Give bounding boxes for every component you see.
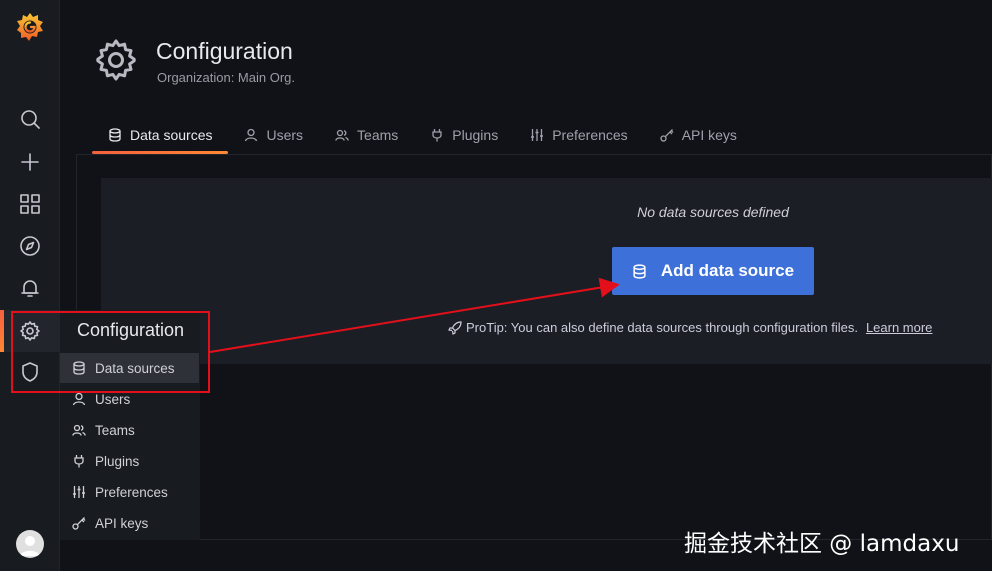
menu-item-label: Plugins xyxy=(95,453,140,469)
menu-item-label: Preferences xyxy=(95,484,168,500)
database-icon xyxy=(633,263,646,279)
empty-state-message: No data sources defined xyxy=(637,204,789,220)
sidebar-item-explore[interactable] xyxy=(0,225,60,267)
search-icon xyxy=(21,110,40,129)
user-avatar-icon xyxy=(20,536,40,556)
grafana-logo-icon[interactable] xyxy=(14,10,46,46)
sliders-icon xyxy=(73,486,85,498)
plug-icon xyxy=(432,129,442,142)
rocket-icon xyxy=(448,320,462,335)
sidebar-item-alerting[interactable] xyxy=(0,267,60,309)
learn-more-link[interactable]: Learn more xyxy=(866,320,932,335)
protip-text: ProTip: You can also define data sources… xyxy=(466,320,858,335)
add-data-source-button[interactable]: Add data source xyxy=(612,247,814,295)
avatar[interactable] xyxy=(16,530,44,558)
key-icon xyxy=(660,129,674,142)
tab-label: Users xyxy=(266,127,304,143)
app-root: Configuration Organization: Main Org. Da… xyxy=(0,0,992,571)
menu-item-preferences[interactable]: Preferences xyxy=(60,477,200,507)
users-icon xyxy=(335,129,349,141)
tab-api-keys[interactable]: API keys xyxy=(644,116,753,154)
menu-item-label: Teams xyxy=(95,422,135,438)
menu-item-teams[interactable]: Teams xyxy=(60,415,200,445)
sidebar-item-create[interactable] xyxy=(0,141,60,183)
tab-label: Teams xyxy=(357,127,399,143)
add-data-source-label: Add data source xyxy=(660,261,795,280)
sliders-icon xyxy=(531,129,544,141)
tab-label: API keys xyxy=(681,127,737,143)
user-icon xyxy=(72,392,86,406)
tab-users[interactable]: Users xyxy=(228,116,319,154)
plug-icon xyxy=(74,455,84,468)
protip: ProTip: You can also define data sources… xyxy=(448,320,932,335)
annotation-highlight-box xyxy=(11,311,210,393)
page-title: Configuration xyxy=(156,38,293,64)
tab-data-sources[interactable]: Data sources xyxy=(92,116,229,154)
tab-plugins[interactable]: Plugins xyxy=(414,116,514,154)
gear-icon xyxy=(96,39,136,81)
tab-label: Preferences xyxy=(552,127,628,143)
apps-grid-icon xyxy=(20,194,40,214)
key-icon xyxy=(72,517,86,530)
page-subtitle: Organization: Main Org. xyxy=(157,70,296,85)
users-icon xyxy=(72,424,86,436)
plus-icon xyxy=(21,153,39,171)
tab-label: Plugins xyxy=(452,127,499,143)
sidebar-item-search[interactable] xyxy=(0,98,60,140)
config-tabs: Data sources Users Teams Plugins Prefere… xyxy=(92,116,753,154)
user-icon xyxy=(245,128,258,142)
tab-preferences[interactable]: Preferences xyxy=(514,116,643,154)
menu-item-label: API keys xyxy=(95,515,149,531)
sidebar xyxy=(0,0,60,571)
tab-teams[interactable]: Teams xyxy=(319,116,414,154)
sidebar-item-dashboards[interactable] xyxy=(0,183,60,225)
tab-label: Data sources xyxy=(130,127,213,143)
bell-icon xyxy=(21,280,39,297)
menu-item-api-keys[interactable]: API keys xyxy=(60,508,200,538)
menu-item-label: Users xyxy=(95,391,131,407)
database-icon xyxy=(109,128,121,142)
menu-item-plugins[interactable]: Plugins xyxy=(60,446,200,476)
watermark: 掘金技术社区 @ lamdaxu xyxy=(684,531,960,557)
compass-icon xyxy=(20,236,40,256)
